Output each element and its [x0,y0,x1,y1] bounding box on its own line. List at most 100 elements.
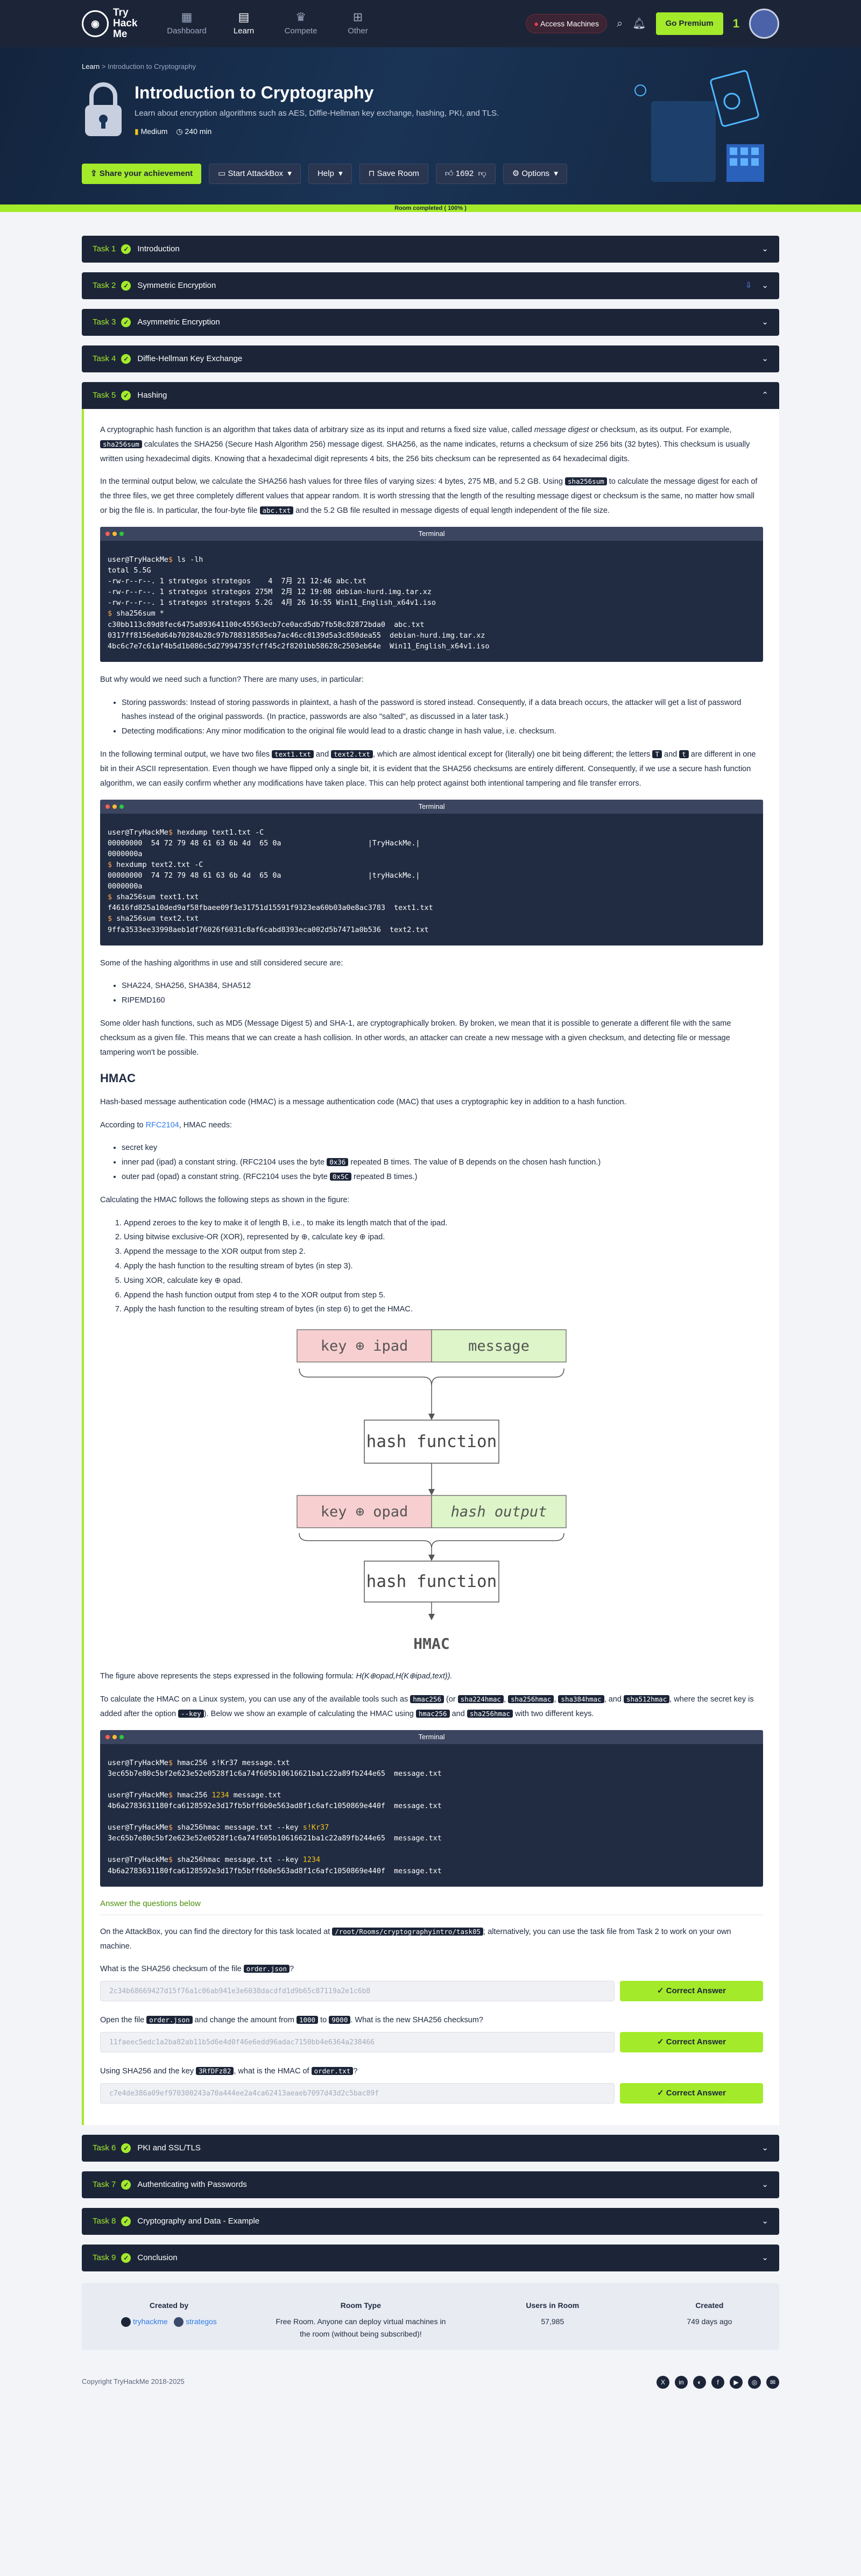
text: repeated B times. The value of B depends… [348,1158,601,1167]
users-in-room: Users in Room 57,985 [465,2299,640,2328]
task-title: Conclusion [137,2253,178,2262]
access-machines-button[interactable]: ● Access Machines [526,13,607,34]
start-attackbox-button[interactable]: ▭ Start AttackBox ▾ [209,164,301,184]
tryhackme-logo[interactable]: ◉ Try Hack Me [82,8,146,40]
logo-line: Try [113,7,129,19]
terminal-titlebar: Terminal [100,799,763,814]
top-navbar: ◉ Try Hack Me ▦ Dashboard ▤ Learn ♛ Compete ⊞… [0,0,861,47]
task-header-5[interactable]: Task 5 ✓ Hashing ⌃ [82,382,779,409]
inline-code: t [679,750,689,759]
diagram-label: key ⊕ opad [321,1504,408,1520]
task-header-3[interactable]: Task 3 ✓ Asymmetric Encryption ⌄ [82,309,779,336]
options-button[interactable]: ⚙ Options ▾ [503,164,567,184]
facebook-icon[interactable]: f [711,2375,724,2389]
diagram-brace [299,1533,564,1549]
bell-icon[interactable]: 🔔︎ [632,15,646,32]
chevron-down-icon: ⌄ [761,281,768,290]
chevron-down-icon[interactable]: ▾ [287,167,292,180]
rfc-link[interactable]: RFC2104 [146,1121,179,1130]
task-number: Task 5 [93,391,116,400]
bookmark-icon: ⊓ [368,169,377,178]
window-dots-icon [105,804,124,809]
email-icon[interactable]: ✉ [766,2375,779,2389]
page-title: Introduction to Cryptography [135,82,374,102]
check-icon: ✓ [121,281,131,291]
social-links: Xin ◐ f ▶ ◎ ✉ [657,2375,779,2389]
thumbs-down-icon[interactable]: 👎︎ [478,167,486,180]
nav-dashboard[interactable]: ▦ Dashboard [166,10,208,38]
author-link[interactable]: strategos [186,2317,217,2326]
task-number: Task 3 [93,317,116,327]
nav-learn[interactable]: ▤ Learn [223,10,265,38]
text: , what is the HMAC of [234,2066,312,2076]
instagram-icon[interactable]: ◎ [748,2375,761,2389]
diagram-label: message [468,1338,530,1354]
avatar[interactable] [749,9,779,39]
task-header-4[interactable]: Task 4 ✓ Diffie-Hellman Key Exchange ⌄ [82,345,779,372]
task-title: Asymmetric Encryption [137,317,220,327]
task-title: Diffie-Hellman Key Exchange [137,354,243,363]
author-link[interactable]: tryhackme [133,2317,168,2326]
answer-input-2[interactable]: 11faeec5edc1a2ba82ab11b5d6e4d0f46e6edd96… [100,2031,615,2052]
avatar [174,2317,184,2327]
correct-answer-button-3[interactable]: ✓ Correct Answer [620,2083,763,2104]
discord-icon[interactable]: ◐ [693,2375,706,2389]
task-header-9[interactable]: Task 9 ✓ Conclusion ⌄ [82,2244,779,2271]
learn-icon: ▤ [238,10,250,24]
correct-answer-button-2[interactable]: ✓ Correct Answer [620,2031,763,2052]
created-date: Created 749 days ago [640,2299,779,2328]
task-number: Task 7 [93,2179,116,2189]
search-icon[interactable]: ⌕ [617,15,623,32]
task-header-8[interactable]: Task 8 ✓ Cryptography and Data - Example ⌄ [82,2207,779,2235]
task-title: PKI and SSL/TLS [137,2143,201,2152]
chevron-down-icon: ⌄ [761,2216,768,2226]
task-title: Hashing [137,391,167,400]
paragraph: According to RFC2104, HMAC needs: [100,1118,763,1133]
inline-code: hmac256 [415,1709,450,1718]
answer-input-1[interactable]: 2c34b68669427d15f76a1c06ab941e3e6038dacd… [100,1981,615,2002]
chevron-down-icon: ⌄ [761,2253,768,2262]
x-icon[interactable]: X [657,2375,669,2389]
chevron-down-icon: ⌄ [761,2143,768,2152]
like-button[interactable]: 👍︎ 1692 👎︎ [435,164,496,184]
task-header-6[interactable]: Task 6 ✓ PKI and SSL/TLS ⌄ [82,2134,779,2162]
list-item: Append zeroes to the key to make it of l… [124,1216,763,1231]
terminal-output: user@TryHackMe$ ls -lh total 5.5G -rw-r-… [108,555,490,651]
task-header-7[interactable]: Task 7 ✓ Authenticating with Passwords ⌄ [82,2171,779,2198]
download-icon[interactable]: ⇩ [745,279,752,292]
text: and [662,750,680,759]
breadcrumb-home[interactable]: Learn [82,62,100,70]
paragraph: A cryptographic hash function is an algo… [100,423,763,466]
correct-answer-button-1[interactable]: ✓ Correct Answer [620,1981,763,2002]
help-button[interactable]: Help ▾ [308,164,352,184]
answer-input-3[interactable]: c7e4de386a09ef970300243a70a444ee2a4ca624… [100,2083,615,2104]
nav-other[interactable]: ⊞ Other [337,10,379,38]
paragraph: But why would we need such a function? T… [100,675,364,684]
inline-code: sha256sum [100,440,142,448]
paragraph: In the terminal output below, we calcula… [100,475,763,518]
save-room-button[interactable]: ⊓ Save Room [359,164,428,184]
list-item: Using bitwise exclusive-OR (XOR), repres… [124,1230,763,1245]
linkedin-icon[interactable]: in [675,2375,688,2389]
room-info-footer: Created by tryhackme strategos Room Type… [82,2283,779,2350]
copyright-text: Copyright TryHackMe 2018-2025 [82,2377,185,2386]
inline-code: sha512hmac [623,1695,670,1703]
paragraph: Hash-based message authentication code (… [100,1097,626,1106]
task-header-2[interactable]: Task 2 ✓ Symmetric Encryption ⇩ ⌄ [82,272,779,299]
inline-code: sha384hmac [558,1695,604,1703]
go-premium-button[interactable]: Go Premium [655,12,723,35]
share-achievement-button[interactable]: ⇪ Share your achievement [82,164,202,184]
duration: ◷ 240 min [176,127,212,136]
youtube-icon[interactable]: ▶ [730,2375,743,2389]
like-count: 1692 [455,169,474,178]
nav-compete[interactable]: ♛ Compete [280,10,322,38]
chevron-down-icon: ⌄ [761,2179,768,2189]
text: ). Below we show an example of calculati… [203,1709,416,1718]
task-number: Task 2 [93,281,116,290]
inline-code: sha256hmac [508,1695,554,1703]
inline-code: --key [178,1709,204,1718]
inline-code: sha256sum [565,477,607,486]
task-header-1[interactable]: Task 1 ✓ Introduction ⌄ [82,236,779,263]
text: What is the SHA256 checksum of the file [100,1965,244,1974]
inline-code: 0x5C [329,1172,351,1181]
